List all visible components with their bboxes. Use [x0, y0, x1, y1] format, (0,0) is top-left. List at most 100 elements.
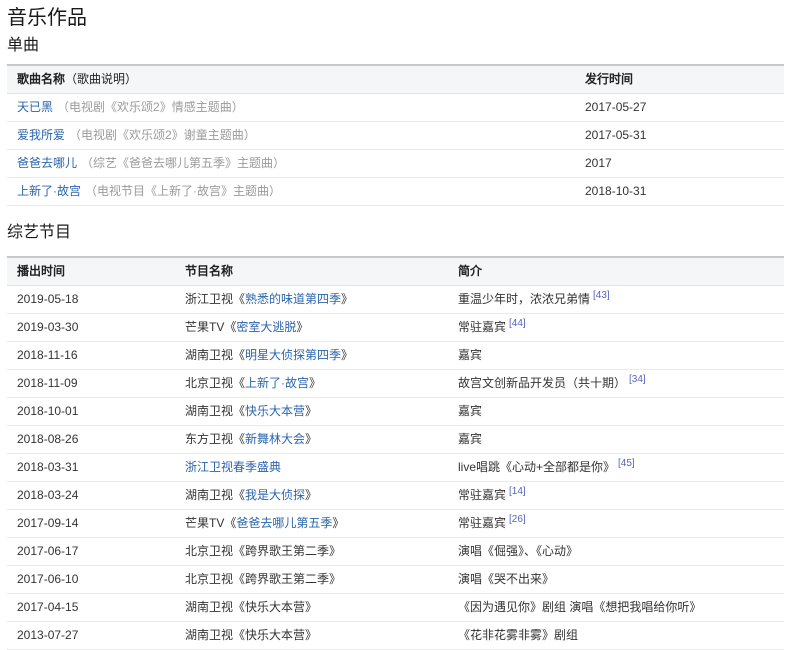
program-link[interactable]: 新舞林大会 — [245, 432, 305, 446]
reference-link[interactable]: [45] — [618, 458, 635, 469]
program-prefix: 芒果TV《 — [185, 516, 236, 530]
singles-header-song-note-label: （歌曲说明） — [65, 72, 137, 86]
program-cell: 浙江卫视春季盛典 — [175, 454, 448, 482]
reference-link[interactable]: [14] — [509, 486, 526, 497]
variety-header-air-date: 播出时间 — [7, 257, 175, 286]
variety-header-row: 播出时间 节目名称 简介 — [7, 257, 784, 286]
subsection-title-singles: 单曲 — [7, 38, 784, 54]
variety-table-row: 2019-03-30 芒果TV《密室大逃脱》 常驻嘉宾[44] — [7, 314, 784, 342]
intro-cell: 故宫文创新品开发员（共十期）[34] — [448, 370, 784, 398]
variety-table-row: 2017-09-14芒果TV《爸爸去哪儿第五季》常驻嘉宾[26] — [7, 510, 784, 538]
song-note: （综艺《爸爸去哪儿第五季》主题曲） — [81, 156, 285, 170]
section-title-music-works: 音乐作品 — [7, 8, 784, 28]
program-link[interactable]: 快乐大本营 — [245, 404, 305, 418]
program-prefix: 芒果TV《 — [185, 320, 236, 334]
intro-cell: live唱跳《心动+全部都是你》[45] — [448, 454, 784, 482]
intro-cell: 常驻嘉宾[14] — [448, 482, 784, 510]
program-prefix: 湖南卫视《 — [185, 348, 245, 362]
singles-header-release-date: 发行时间 — [575, 65, 784, 94]
air-date-cell: 2018-03-31 — [7, 454, 175, 482]
page-content: 音乐作品 单曲 歌曲名称（歌曲说明） 发行时间 天已黑 （电视剧《欢乐颂2》情感主… — [0, 8, 788, 650]
program-suffix: 》 — [341, 348, 353, 362]
intro-cell: 《因为遇见你》剧组 演唱《想把我唱给你听》 — [448, 594, 784, 622]
song-link[interactable]: 爱我所爱 — [17, 128, 65, 142]
program-cell: 湖南卫视《快乐大本营》 — [175, 398, 448, 426]
variety-table-body: 2019-05-18浙江卫视《熟悉的味道第四季》重温少年时，浓浓兄弟情[43]2… — [7, 286, 784, 650]
intro-cell: 常驻嘉宾[44] — [448, 314, 784, 342]
singles-header-song-name: 歌曲名称（歌曲说明） — [7, 65, 575, 94]
program-cell: 湖南卫视《明星大侦探第四季》 — [175, 342, 448, 370]
intro-cell: 嘉宾 — [448, 398, 784, 426]
intro-text: 嘉宾 — [458, 432, 482, 446]
singles-table-body: 天已黑（电视剧《欢乐颂2》情感主题曲）2017-05-27爱我所爱（电视剧《欢乐… — [7, 94, 784, 206]
release-date-cell: 2017 — [575, 150, 784, 178]
variety-header-intro: 简介 — [448, 257, 784, 286]
section-title-variety: 综艺节目 — [7, 225, 784, 241]
program-cell: 北京卫视《跨界歌王第二季》 — [175, 538, 448, 566]
air-date-cell: 2018-11-16 — [7, 342, 175, 370]
program-cell: 湖南卫视《我是大侦探》 — [175, 482, 448, 510]
program-link[interactable]: 密室大逃脱 — [236, 320, 296, 334]
program-link[interactable]: 浙江卫视春季盛典 — [185, 460, 281, 474]
singles-table-row: 天已黑（电视剧《欢乐颂2》情感主题曲）2017-05-27 — [7, 94, 784, 122]
song-cell: 爱我所爱 （电视剧《欢乐颂2》谢童主题曲） — [7, 122, 575, 150]
intro-text: 嘉宾 — [458, 404, 482, 418]
air-date-cell: 2018-11-09 — [7, 370, 175, 398]
program-cell: 湖南卫视《快乐大本营》 — [175, 594, 448, 622]
intro-text: live唱跳《心动+全部都是你》 — [458, 460, 615, 474]
intro-cell: 嘉宾 — [448, 426, 784, 454]
program-cell: 湖南卫视《快乐大本营》 — [175, 622, 448, 650]
song-cell: 天已黑 （电视剧《欢乐颂2》情感主题曲） — [7, 94, 575, 122]
variety-table-row: 2018-11-09 北京卫视《上新了·故宫》 故宫文创新品开发员（共十期）[34] — [7, 370, 784, 398]
program-prefix: 湖南卫视《快乐大本营》 — [185, 628, 317, 642]
air-date-cell: 2018-03-24 — [7, 482, 175, 510]
release-date-cell: 2018-10-31 — [575, 178, 784, 206]
singles-header-song-name-label: 歌曲名称 — [17, 72, 65, 86]
intro-text: 《花非花雾非雾》剧组 — [458, 628, 578, 642]
air-date-cell: 2018-10-01 — [7, 398, 175, 426]
program-suffix: 》 — [309, 376, 321, 390]
singles-table-row: 爱我所爱（电视剧《欢乐颂2》谢童主题曲）2017-05-31 — [7, 122, 784, 150]
reference-link[interactable]: [44] — [509, 318, 526, 329]
variety-table-row: 2017-04-15湖南卫视《快乐大本营》《因为遇见你》剧组 演唱《想把我唱给你… — [7, 594, 784, 622]
program-suffix: 》 — [305, 404, 317, 418]
song-note: （电视剧《欢乐颂2》谢童主题曲） — [69, 128, 256, 142]
program-prefix: 北京卫视《跨界歌王第二季》 — [185, 544, 341, 558]
song-link[interactable]: 上新了·故宫 — [17, 184, 81, 198]
song-link[interactable]: 爸爸去哪儿 — [17, 156, 77, 170]
variety-table-row: 2013-07-27 湖南卫视《快乐大本营》 《花非花雾非雾》剧组 — [7, 622, 784, 650]
program-prefix: 湖南卫视《快乐大本营》 — [185, 600, 317, 614]
variety-table-row: 2017-06-10北京卫视《跨界歌王第二季》演唱《哭不出来》 — [7, 566, 784, 594]
program-prefix: 湖南卫视《 — [185, 404, 245, 418]
program-suffix: 》 — [305, 432, 317, 446]
singles-header-row: 歌曲名称（歌曲说明） 发行时间 — [7, 65, 784, 94]
air-date-cell: 2013-07-27 — [7, 622, 175, 650]
song-cell: 上新了·故宫（电视节目《上新了·故宫》主题曲） — [7, 178, 575, 206]
singles-table: 歌曲名称（歌曲说明） 发行时间 天已黑（电视剧《欢乐颂2》情感主题曲）2017-… — [7, 64, 784, 206]
song-note: （电视剧《欢乐颂2》情感主题曲） — [57, 100, 244, 114]
program-link[interactable]: 爸爸去哪儿第五季 — [236, 516, 332, 530]
song-link[interactable]: 天已黑 — [17, 100, 53, 114]
singles-table-row: 爸爸去哪儿 （综艺《爸爸去哪儿第五季》主题曲） 2017 — [7, 150, 784, 178]
air-date-cell: 2017-06-10 — [7, 566, 175, 594]
intro-text: 《因为遇见你》剧组 演唱《想把我唱给你听》 — [458, 600, 701, 614]
program-link[interactable]: 熟悉的味道第四季 — [245, 292, 341, 306]
program-suffix: 》 — [296, 320, 308, 334]
air-date-cell: 2018-08-26 — [7, 426, 175, 454]
intro-cell: 演唱《倔强》、《心动》 — [448, 538, 784, 566]
intro-text: 重温少年时，浓浓兄弟情 — [458, 292, 590, 306]
program-prefix: 北京卫视《 — [185, 376, 245, 390]
reference-link[interactable]: [43] — [593, 290, 610, 301]
variety-table: 播出时间 节目名称 简介 2019-05-18浙江卫视《熟悉的味道第四季》重温少… — [7, 256, 784, 650]
variety-table-row: 2017-06-17北京卫视《跨界歌王第二季》演唱《倔强》、《心动》 — [7, 538, 784, 566]
program-link[interactable]: 上新了·故宫 — [245, 376, 309, 390]
program-link[interactable]: 明星大侦探第四季 — [245, 348, 341, 362]
air-date-cell: 2019-03-30 — [7, 314, 175, 342]
reference-link[interactable]: [34] — [629, 374, 646, 385]
intro-text: 演唱《哭不出来》 — [458, 572, 554, 586]
reference-link[interactable]: [26] — [509, 514, 526, 525]
program-cell: 东方卫视《新舞林大会》 — [175, 426, 448, 454]
variety-table-row: 2018-03-24湖南卫视《我是大侦探》常驻嘉宾[14] — [7, 482, 784, 510]
program-link[interactable]: 我是大侦探 — [245, 488, 305, 502]
intro-text: 常驻嘉宾 — [458, 488, 506, 502]
